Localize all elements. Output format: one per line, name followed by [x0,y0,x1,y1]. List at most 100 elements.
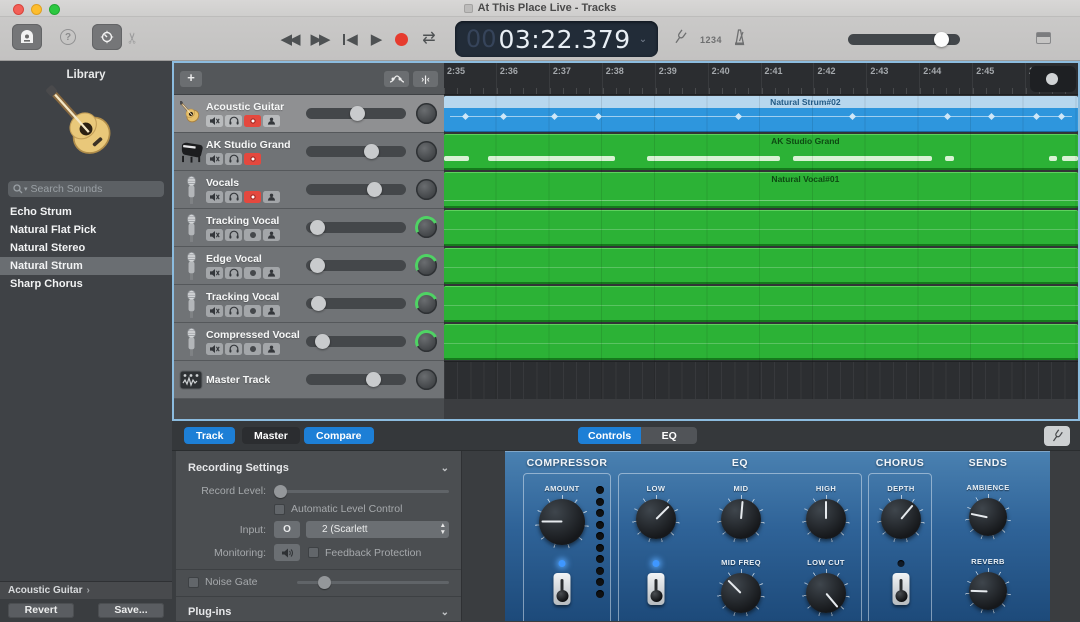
input-monitor-button[interactable] [263,191,280,203]
mute-button[interactable] [206,267,223,279]
audio-region[interactable]: Natural Strum#02 [444,96,1078,132]
go-to-beginning-button[interactable]: ◀ [336,27,362,51]
record-level-knob[interactable] [274,485,287,498]
solo-button[interactable] [225,229,242,241]
track-volume-slider[interactable] [306,108,406,119]
audio-region[interactable]: Natural Vocal#01 [444,172,1078,208]
audio-region[interactable] [444,286,1078,322]
solo-button[interactable] [225,305,242,317]
revert-button[interactable]: Revert [8,603,74,618]
track-header[interactable]: Acoustic Guitar [174,95,444,133]
play-button[interactable]: ▶ [362,27,388,51]
input-monitor-button[interactable] [263,305,280,317]
smart-controls-toggle-button[interactable] [92,24,122,50]
mute-button[interactable] [206,191,223,203]
low-cut-knob[interactable] [802,569,850,617]
feedback-protection-checkbox[interactable] [308,547,319,558]
track-header[interactable]: Tracking Vocal [174,209,444,247]
pan-knob[interactable] [416,369,437,390]
record-enable-button[interactable] [244,343,261,355]
save-button[interactable]: Save... [98,603,164,618]
chevron-down-icon[interactable]: ⌄ [639,34,647,45]
reverb-knob[interactable] [965,568,1011,614]
track-lane[interactable] [444,247,1078,285]
monitoring-button[interactable] [274,544,300,561]
track-header[interactable]: AK Studio Grand [174,133,444,171]
eq-switch[interactable] [648,573,665,605]
tab-controls[interactable]: Controls [578,427,641,444]
zoom-slider[interactable] [1030,66,1076,92]
amount-knob[interactable] [535,495,589,549]
collapse-chevron-icon[interactable]: ⌄ [441,463,449,474]
master-volume-slider[interactable] [848,34,960,45]
library-item[interactable]: Natural Stereo [0,239,172,257]
breadcrumb[interactable]: Acoustic Guitar › [0,581,172,599]
audio-region[interactable] [444,248,1078,284]
midi-region[interactable]: AK Studio Grand [444,134,1078,170]
input-monitor-button[interactable] [263,115,280,127]
tab-master[interactable]: Master [242,427,300,444]
library-item[interactable]: Natural Flat Pick [0,221,172,239]
media-browser-button[interactable] [1036,32,1051,44]
low-knob[interactable] [632,495,680,543]
track-volume-slider[interactable] [306,336,406,347]
pan-knob[interactable] [416,255,437,276]
track-header[interactable]: Master Track [174,361,444,399]
rewind-button[interactable]: ◀◀ [276,27,302,51]
high-knob[interactable] [802,495,850,543]
solo-button[interactable] [225,267,242,279]
mid-knob[interactable] [717,495,765,543]
track-volume-slider[interactable] [306,184,406,195]
input-monitor-button[interactable] [263,229,280,241]
minimize-window-button[interactable] [31,4,42,15]
compressor-switch[interactable] [554,573,571,605]
quick-help-button[interactable]: ? [60,29,76,45]
lcd-display[interactable]: 00 03:22.379 ⌄ [455,21,658,57]
search-input[interactable] [31,183,159,195]
input-source-popup[interactable]: 2 (Scarlett ▲▼ [306,521,449,538]
zoom-window-button[interactable] [49,4,60,15]
track-volume-slider[interactable] [306,222,406,233]
fit-tracks-button[interactable]: ›|‹ [413,71,438,87]
track-lane[interactable]: Natural Strum#02 [444,95,1078,133]
record-enable-button[interactable] [244,191,261,203]
pan-knob[interactable] [416,103,437,124]
fast-forward-button[interactable]: ▶▶ [306,27,332,51]
metronome-button[interactable] [732,29,747,46]
track-volume-slider[interactable] [306,260,406,271]
record-enable-button[interactable] [244,267,261,279]
track-volume-slider[interactable] [306,298,406,309]
pan-knob[interactable] [416,331,437,352]
tuner-button-small[interactable] [1044,426,1070,446]
mute-button[interactable] [206,229,223,241]
track-lane[interactable]: AK Studio Grand [444,133,1078,171]
master-track-lane[interactable] [444,361,1078,399]
noise-gate-slider[interactable] [297,581,449,584]
track-volume-slider[interactable] [306,146,406,157]
record-enable-button[interactable] [244,115,261,127]
pan-knob[interactable] [416,179,437,200]
solo-button[interactable] [225,115,242,127]
close-window-button[interactable] [13,4,24,15]
automation-button[interactable] [384,71,409,87]
noise-gate-knob[interactable] [318,576,331,589]
pan-knob[interactable] [416,293,437,314]
editor-scissors-button[interactable]: ✂ [123,32,141,45]
track-header[interactable]: Edge Vocal [174,247,444,285]
mute-button[interactable] [206,115,223,127]
record-enable-button[interactable] [244,229,261,241]
mute-button[interactable] [206,343,223,355]
solo-button[interactable] [225,153,242,165]
volume-slider-knob[interactable] [934,32,949,47]
input-monitor-button[interactable] [263,343,280,355]
tab-track[interactable]: Track [184,427,235,444]
audio-region[interactable] [444,324,1078,360]
tab-compare[interactable]: Compare [304,427,374,444]
track-header[interactable]: Tracking Vocal [174,285,444,323]
solo-button[interactable] [225,343,242,355]
search-sounds-field[interactable]: ▾ [8,181,164,197]
library-item[interactable]: Sharp Chorus [0,275,172,293]
input-format-button[interactable]: O [274,521,300,538]
input-monitor-button[interactable] [263,267,280,279]
solo-button[interactable] [225,191,242,203]
